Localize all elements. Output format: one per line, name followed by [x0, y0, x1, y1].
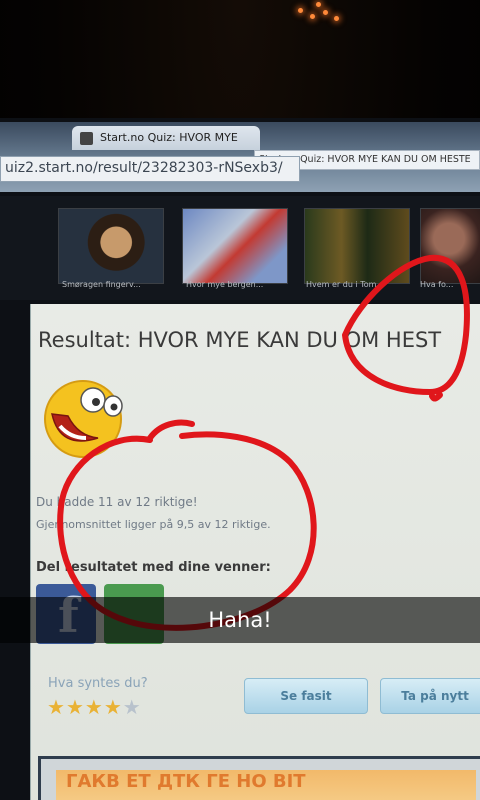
see-answers-button[interactable]: Se fasit	[244, 678, 368, 714]
retake-button[interactable]: Ta på nytt	[380, 678, 480, 714]
thumbnail-caption: Hvem er du i Tom...	[306, 280, 385, 289]
tab-title: Start.no Quiz: HVOR MYE	[100, 131, 238, 144]
thumbnail-caption: Hvor mye bergen...	[186, 280, 264, 289]
background-lights	[290, 0, 360, 36]
photo-of-monitor: Start.no Quiz: HVOR MYE Start.no Quiz: H…	[0, 0, 480, 800]
bottom-banner: ГАКВ ЕТ ДТК ГЕ НО ВІТ	[56, 770, 476, 800]
share-label: Del resultatet med dine venner:	[36, 560, 271, 575]
star-icon[interactable]: ★	[47, 695, 66, 719]
score-text: Du hadde 11 av 12 riktige!	[36, 495, 198, 509]
rating-label: Hva syntes du?	[48, 676, 148, 691]
thumbnail-2[interactable]	[182, 208, 288, 284]
star-icon[interactable]: ★	[123, 695, 142, 719]
average-text: Gjennomsnittet ligger på 9,5 av 12 rikti…	[36, 518, 271, 531]
thumbnail-1[interactable]	[58, 208, 164, 284]
star-icon[interactable]: ★	[104, 695, 123, 719]
favicon-icon	[80, 132, 93, 145]
star-icon[interactable]: ★	[66, 695, 85, 719]
thumbnail-3[interactable]	[304, 208, 410, 284]
browser-tab[interactable]: Start.no Quiz: HVOR MYE	[72, 126, 260, 150]
thumbnail-caption: Smøragen fingerv...	[62, 280, 141, 289]
result-title: Resultat: HVOR MYE KAN DU OM HEST	[38, 328, 442, 352]
rating-stars[interactable]: ★★★★★	[47, 695, 142, 719]
address-bar[interactable]: uiz2.start.no/result/23282303-rNSexb3/	[0, 156, 300, 182]
star-icon[interactable]: ★	[85, 695, 104, 719]
thumbnail-4[interactable]	[420, 208, 480, 284]
snap-caption: Haha!	[208, 608, 272, 632]
laughing-smiley-icon	[44, 380, 123, 458]
thumbnail-caption: Hva fo...	[420, 280, 454, 289]
